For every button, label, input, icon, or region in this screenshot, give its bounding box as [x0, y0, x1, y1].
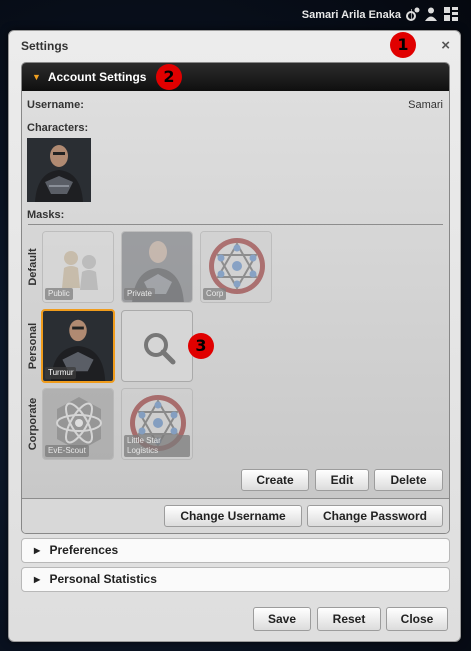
mask-public[interactable]: Public [42, 231, 114, 303]
account-settings-footer: Change Username Change Password [22, 498, 449, 533]
mask-eve-scout[interactable]: EvE-Scout [42, 388, 114, 460]
callout-1: 1 [390, 32, 416, 58]
mask-caption: EvE-Scout [45, 445, 89, 457]
top-user-name[interactable]: Samari Arila Enaka [302, 9, 401, 21]
top-bar: Samari Arila Enaka | [0, 0, 471, 30]
username-label: Username: [27, 99, 84, 111]
group-corporate-label: Corporate [27, 397, 39, 451]
change-password-button[interactable]: Change Password [307, 505, 443, 527]
user-icon[interactable] [423, 6, 439, 22]
reset-button[interactable]: Reset [317, 607, 381, 631]
mask-turmur[interactable]: Turmur [41, 309, 115, 383]
change-username-button[interactable]: Change Username [164, 505, 302, 527]
account-settings-header[interactable]: ▼ Account Settings [22, 63, 449, 91]
personal-statistics-section[interactable]: ▶ Personal Statistics [21, 567, 450, 592]
characters-label: Characters: [27, 122, 89, 134]
account-settings-panel: ▼ Account Settings 2 Username: Samari Ch… [21, 62, 450, 534]
callout-2: 2 [156, 64, 182, 90]
settings-icon[interactable] [405, 6, 421, 22]
create-button[interactable]: Create [241, 469, 309, 491]
edit-button[interactable]: Edit [315, 469, 369, 491]
account-settings-body: Username: Samari Characters: Masks: Defa… [22, 91, 449, 498]
save-button[interactable]: Save [253, 607, 311, 631]
masks-label: Masks: [27, 209, 65, 221]
mask-private[interactable]: Private [121, 231, 193, 303]
dialog-title: Settings [21, 39, 69, 53]
callout-3: 3 [188, 333, 214, 359]
character-portrait[interactable] [27, 138, 91, 202]
mask-caption: Private [124, 288, 155, 300]
search-icon [142, 331, 176, 368]
preferences-label: Preferences [49, 543, 119, 557]
masks-divider [28, 224, 443, 225]
group-personal-label: Personal [27, 322, 39, 370]
group-default-label: Default [27, 248, 39, 286]
mask-little-star-logistics[interactable]: Little Star Logistics [121, 388, 193, 460]
mask-caption: Little Star Logistics [124, 435, 190, 457]
collapsed-triangle-icon: ▶ [34, 546, 41, 555]
collapsed-triangle-icon: ▶ [34, 575, 41, 584]
mask-caption: Turmur [45, 367, 77, 379]
delete-button[interactable]: Delete [374, 469, 443, 491]
mask-corp[interactable]: Corp [200, 231, 272, 303]
grid-icon[interactable] [443, 6, 459, 22]
preferences-section[interactable]: ▶ Preferences [21, 538, 450, 563]
close-button[interactable]: Close [386, 607, 448, 631]
close-icon[interactable]: × [441, 37, 450, 54]
account-settings-title: Account Settings [47, 70, 147, 84]
expanded-triangle-icon: ▼ [32, 72, 41, 82]
personal-statistics-label: Personal Statistics [49, 572, 157, 586]
mask-caption: Public [45, 288, 73, 300]
mask-caption: Corp [203, 288, 227, 300]
settings-dialog: Settings × 1 ▼ Account Settings 2 Userna… [8, 30, 461, 642]
username-value: Samari [408, 99, 443, 111]
add-mask-search-tile[interactable] [121, 310, 193, 382]
